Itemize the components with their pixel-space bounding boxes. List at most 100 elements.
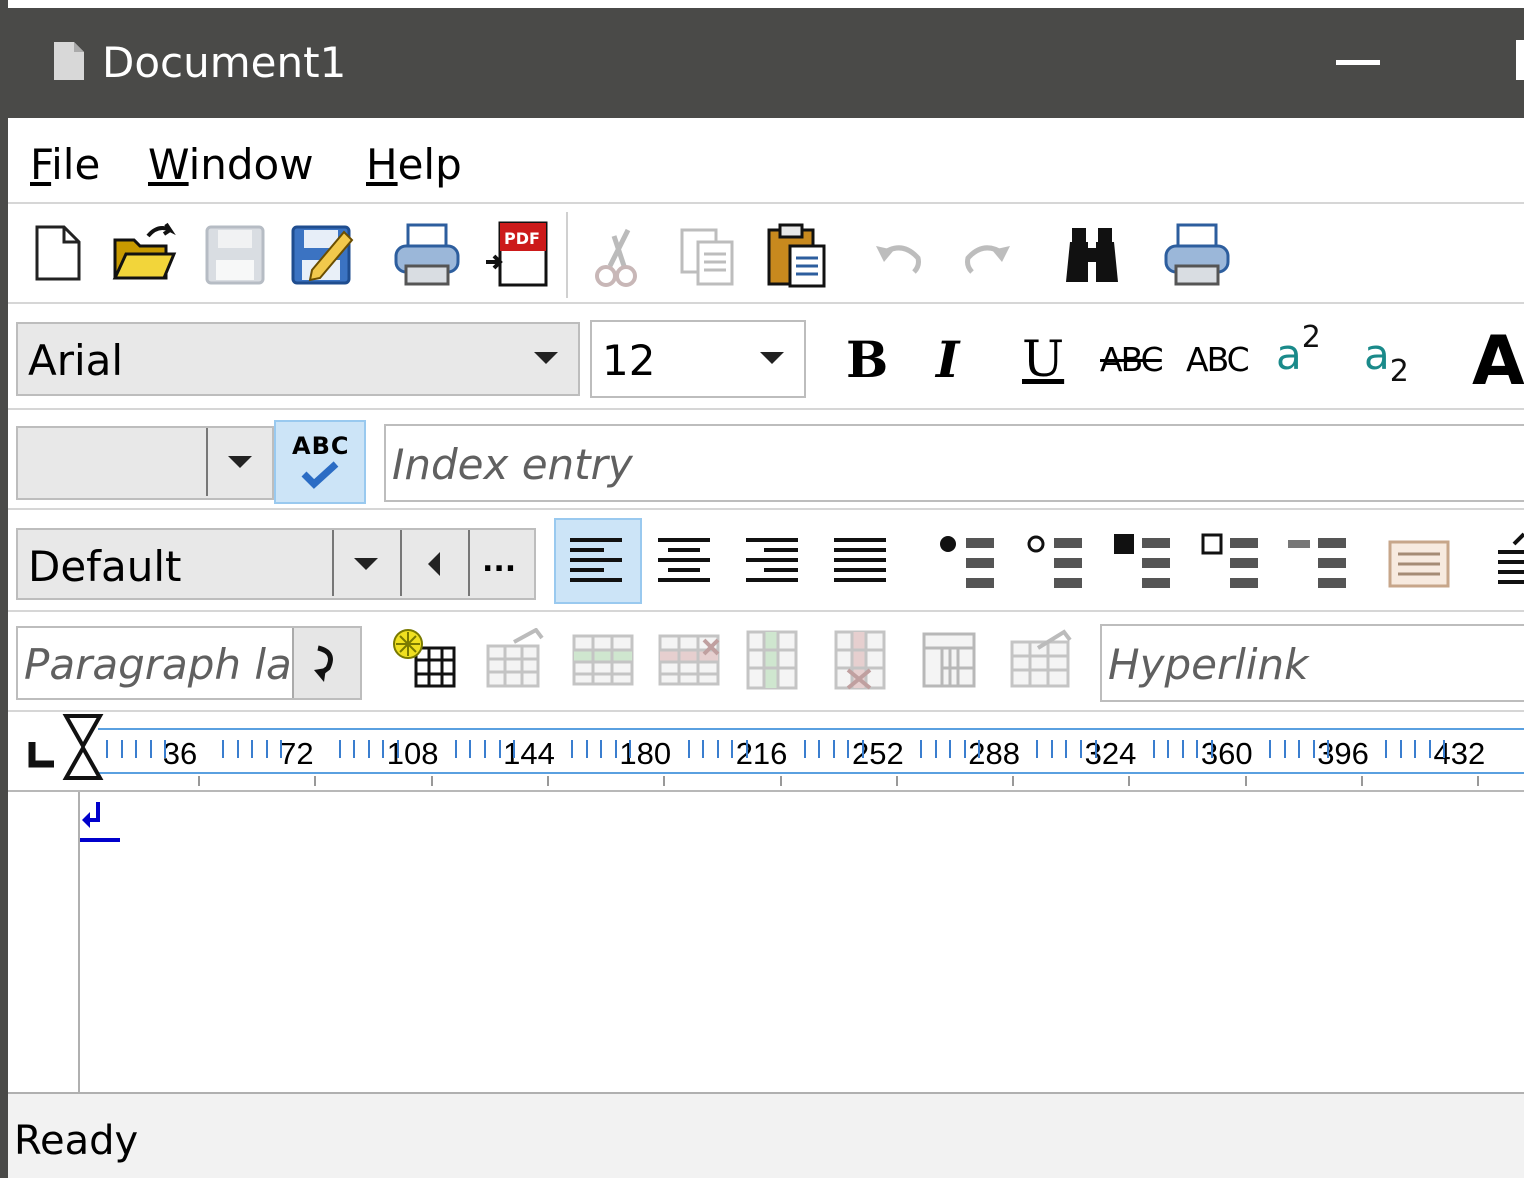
indent-marker-icon[interactable] xyxy=(62,712,106,782)
ruler-tick xyxy=(600,740,603,758)
ruler-tick xyxy=(1080,740,1082,758)
new-document-icon[interactable] xyxy=(34,224,82,282)
ruler-tick xyxy=(1152,740,1155,758)
ruler-tick xyxy=(1283,740,1286,758)
index-entry-placeholder: Index entry xyxy=(392,440,633,489)
ruler-tick xyxy=(978,740,981,758)
undo-icon[interactable] xyxy=(872,240,926,276)
bullet-filled-icon[interactable] xyxy=(934,532,996,592)
insert-table-icon[interactable] xyxy=(390,626,460,690)
style-dropdown-icon[interactable] xyxy=(354,558,378,570)
ruler-tick xyxy=(454,740,457,758)
style-back-icon[interactable] xyxy=(428,552,440,576)
font-size-value: 12 xyxy=(602,336,656,385)
paragraph-label-placeholder: Paragraph la xyxy=(24,640,292,689)
font-name-value: Arial xyxy=(28,336,124,385)
save-as-icon[interactable] xyxy=(290,222,356,288)
font-size-dropdown-icon[interactable] xyxy=(760,352,784,364)
align-left-icon xyxy=(570,538,622,582)
bullet-square-icon[interactable] xyxy=(1110,532,1172,592)
minimize-button[interactable] xyxy=(1336,60,1380,65)
underline-button[interactable]: U xyxy=(1022,330,1064,388)
menu-help-label: elp xyxy=(397,140,462,189)
ruler-tick xyxy=(265,740,268,758)
redo-icon[interactable] xyxy=(960,240,1014,276)
save-icon[interactable] xyxy=(204,224,266,286)
tab-stop-left-icon[interactable] xyxy=(28,740,58,770)
ruler-tick xyxy=(1210,740,1213,758)
ruler-tick xyxy=(513,740,516,758)
ruler-tick xyxy=(949,740,952,758)
small-caps-button[interactable]: ABC xyxy=(1186,340,1250,379)
print-preview-icon[interactable] xyxy=(1162,222,1232,288)
ruler-tick xyxy=(1181,740,1184,758)
bullet-hollow-square-icon[interactable] xyxy=(1198,532,1260,592)
menu-file-accel: F xyxy=(30,140,52,189)
pdf-label: PDF xyxy=(504,229,540,248)
ruler-tick xyxy=(1050,740,1053,758)
strikeout-button[interactable]: ABC xyxy=(1100,340,1164,379)
ruler-tick xyxy=(687,740,690,758)
insert-row-icon[interactable] xyxy=(570,628,636,688)
justify-icon[interactable] xyxy=(834,536,886,584)
superscript-button[interactable]: a2 xyxy=(1276,320,1321,379)
ruler-tick xyxy=(1327,740,1330,758)
find-icon[interactable] xyxy=(1062,226,1122,286)
print-icon[interactable] xyxy=(392,222,462,288)
insert-column-icon[interactable] xyxy=(744,626,800,692)
ruler-baseline-tick xyxy=(779,776,782,786)
window-title: Document1 xyxy=(102,38,347,87)
maximize-button[interactable] xyxy=(1516,40,1524,80)
ruler-tick xyxy=(1298,740,1301,758)
grow-font-button[interactable]: A xyxy=(1472,322,1524,401)
ruler-tick xyxy=(469,740,472,758)
subscript-button[interactable]: a2 xyxy=(1364,330,1409,389)
ruler-tick xyxy=(106,740,108,758)
table-properties-icon[interactable] xyxy=(484,628,546,688)
ruler-baseline-tick xyxy=(198,776,200,786)
ruler-tick xyxy=(120,740,123,758)
bullet-hollow-icon[interactable] xyxy=(1022,532,1084,592)
ruler-tick xyxy=(1167,740,1170,758)
paste-icon[interactable] xyxy=(766,222,828,288)
align-center-icon[interactable] xyxy=(658,536,710,584)
bullet-dash-icon[interactable] xyxy=(1286,532,1348,592)
copy-icon[interactable] xyxy=(678,226,738,286)
delete-column-icon[interactable] xyxy=(832,626,888,692)
line-spacing-icon[interactable] xyxy=(1494,532,1524,592)
style-more-button[interactable]: ... xyxy=(482,544,516,579)
split-cells-icon[interactable] xyxy=(920,628,978,690)
cut-icon[interactable] xyxy=(594,226,642,288)
subscript-base: a xyxy=(1364,330,1390,379)
ruler-label: 288 xyxy=(968,736,1021,771)
font-name-dropdown-icon[interactable] xyxy=(534,352,558,364)
language-dropdown-icon[interactable] xyxy=(228,456,252,468)
document-area[interactable] xyxy=(8,792,1524,1092)
delete-row-icon[interactable] xyxy=(656,628,722,688)
superscript-exp: 2 xyxy=(1301,320,1321,355)
ruler-tick xyxy=(847,740,850,758)
menu-window[interactable]: Window xyxy=(148,140,314,189)
check-icon xyxy=(301,461,339,489)
menu-window-label: indow xyxy=(188,140,314,189)
open-folder-icon[interactable] xyxy=(112,222,178,282)
ruler-label: 216 xyxy=(735,736,788,771)
ruler-baseline-tick xyxy=(663,776,666,786)
ruler-label: 108 xyxy=(386,736,439,771)
align-right-icon[interactable] xyxy=(746,536,798,584)
export-pdf-icon[interactable]: PDF xyxy=(484,220,550,288)
document-icon xyxy=(54,42,84,80)
status-text: Ready xyxy=(14,1118,139,1164)
ruler-baseline-tick xyxy=(1128,776,1131,786)
table-format-icon[interactable] xyxy=(1008,628,1074,690)
ruler-label: 72 xyxy=(279,736,314,771)
ruler-tick xyxy=(338,740,341,758)
bold-button[interactable]: B xyxy=(846,330,888,389)
menu-help-accel: H xyxy=(366,140,398,189)
italic-button[interactable]: I xyxy=(936,330,959,389)
menu-help[interactable]: Help xyxy=(366,140,462,189)
ruler-tick xyxy=(920,740,923,758)
menu-file[interactable]: File xyxy=(30,140,100,189)
frame-icon[interactable] xyxy=(1388,540,1450,588)
top-strip xyxy=(0,0,1524,8)
